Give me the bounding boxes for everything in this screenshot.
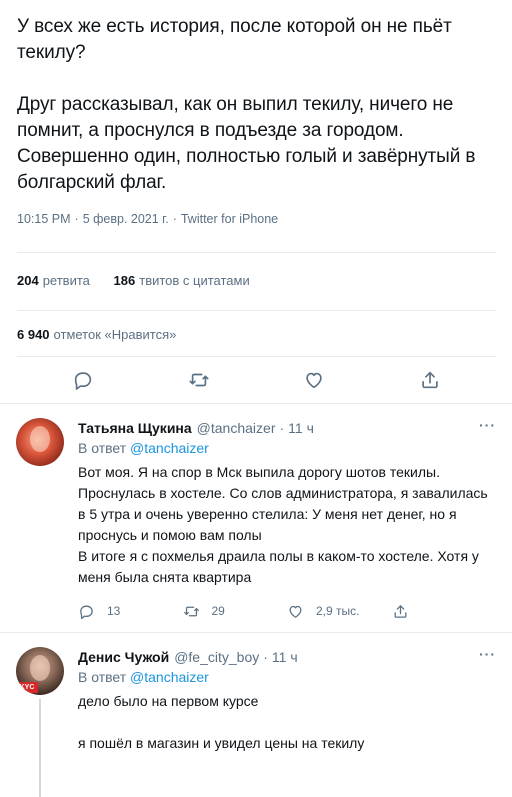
quotes-label: твитов с цитатами [139,273,250,288]
share-icon[interactable] [419,369,441,391]
reply-text: дело было на первом курсе я пошёл в мага… [78,693,365,751]
reply-to: В ответ @tanchaizer [78,669,496,689]
thread-line [39,699,41,797]
avatar[interactable] [16,418,64,466]
reply-tweet-2[interactable]: KYC ··· Денис Чужой @fe_city_boy · 11 ч … [0,632,512,797]
reply-author-name[interactable]: Денис Чужой [78,649,169,665]
reply-author-handle[interactable]: @tanchaizer [197,420,276,436]
tweet-meta: 10:15 PM · 5 февр. 2021 г. · Twitter for iPh… [17,212,279,226]
more-icon[interactable]: ··· [479,646,496,662]
separator-dot: · [279,420,285,436]
avatar-face [30,655,50,681]
retweet-icon [183,603,200,620]
reply-tweet-1[interactable]: ··· Татьяна Щукина @tanchaizer · 11 ч В … [0,403,512,632]
reply-time[interactable]: 11 ч [288,420,314,436]
reply-time[interactable]: 11 ч [272,649,298,665]
reply-to-mention[interactable]: @tanchaizer [130,440,209,456]
stats-row: 204 ретвита 186 твитов с цитатами [17,252,496,292]
reply-actions: 13 29 2,9 тыс. [78,600,496,622]
tweet-text: У всех же есть история, после которой он… [17,16,476,193]
share-action[interactable] [392,603,497,620]
like-action[interactable]: 2,9 тыс. [287,603,392,620]
likes-label: отметок «Нравится» [53,327,177,342]
likes-row[interactable]: 6 940 отметок «Нравится» [17,310,496,346]
reply-text: Вот моя. Я на спор в Мск выпила дорогу ш… [78,464,488,585]
avatar-badge: KYC [16,682,38,693]
reply-header: Денис Чужой @fe_city_boy · 11 ч [78,647,496,667]
retweet-icon[interactable] [188,369,210,391]
reply-to-mention[interactable]: @tanchaizer [130,669,209,685]
main-tweet: У всех же есть история, после которой он… [0,0,512,403]
reply-to-label: В ответ [78,440,127,456]
reply-icon [78,603,95,620]
retweets-stat[interactable]: 204 ретвита [17,273,90,288]
retweet-action[interactable]: 29 [183,603,288,620]
more-icon[interactable]: ··· [479,417,496,433]
reply-to: В ответ @tanchaizer [78,440,496,460]
avatar[interactable]: KYC [16,647,64,695]
tweet-date[interactable]: 5 февр. 2021 г. [83,212,169,226]
retweet-count: 29 [211,604,225,618]
reply-author-handle[interactable]: @fe_city_boy [174,649,259,665]
retweets-label: ретвита [42,273,90,288]
quotes-stat[interactable]: 186 твитов с цитатами [114,273,250,288]
tweet-source[interactable]: Twitter for iPhone [181,212,278,226]
reply-header: Татьяна Щукина @tanchaizer · 11 ч [78,418,496,438]
reply-icon[interactable] [72,369,94,391]
tweet-actions [17,356,496,403]
likes-count: 6 940 [17,327,50,342]
tweet-time[interactable]: 10:15 PM [17,212,71,226]
reply-count: 13 [107,604,121,618]
avatar-face [30,426,50,452]
like-count: 2,9 тыс. [316,604,360,618]
quotes-count: 186 [113,273,136,288]
reply-author-name[interactable]: Татьяна Щукина [78,420,192,436]
separator-dot: · [263,649,268,665]
like-icon [287,603,304,620]
reply-action[interactable]: 13 [78,603,183,620]
retweets-count: 204 [17,273,39,288]
like-icon[interactable] [303,369,325,391]
share-icon [392,603,409,620]
reply-to-label: В ответ [78,669,127,685]
